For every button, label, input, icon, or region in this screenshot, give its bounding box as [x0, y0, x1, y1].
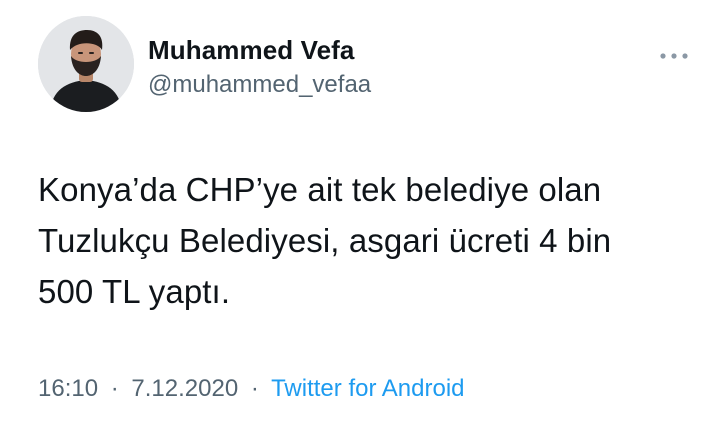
tweet-text: Konya’da CHP’ye ait tek belediye olan Tu…: [38, 171, 612, 310]
more-options-icon: [660, 53, 688, 59]
tweet-source-link[interactable]: Twitter for Android: [271, 375, 464, 402]
user-info[interactable]: Muhammed Vefa @muhammed_vefaa: [148, 33, 371, 101]
meta-separator: ·: [110, 375, 119, 402]
tweet-date[interactable]: 7.12.2020: [131, 375, 238, 402]
avatar[interactable]: [38, 16, 134, 112]
more-options-button[interactable]: [656, 46, 692, 66]
avatar-photo: [38, 16, 134, 112]
tweet-time[interactable]: 16:10: [38, 375, 98, 402]
tweet-meta: 16:10 · 7.12.2020 · Twitter for Android: [38, 373, 465, 405]
tweet-header: Muhammed Vefa @muhammed_vefaa: [38, 16, 700, 116]
user-handle[interactable]: @muhammed_vefaa: [148, 69, 371, 101]
meta-separator: ·: [250, 375, 259, 402]
tweet-card: Muhammed Vefa @muhammed_vefaa Konya’da C…: [0, 0, 720, 432]
display-name[interactable]: Muhammed Vefa: [148, 33, 371, 67]
